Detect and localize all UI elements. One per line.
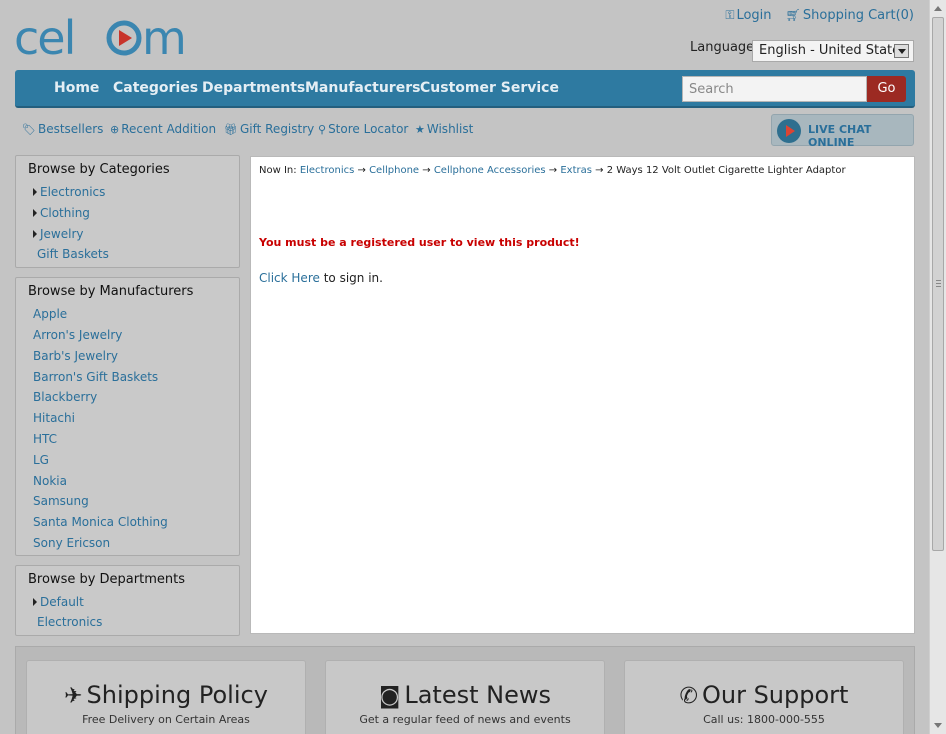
manufacturer-item[interactable]: Sony Ericson xyxy=(33,536,110,550)
panel-title: Browse by Categories xyxy=(28,162,170,177)
language-label: Language: xyxy=(690,40,759,55)
browse-manufacturers-panel: Browse by Manufacturers Apple Arron's Je… xyxy=(15,277,240,556)
caret-right-icon xyxy=(33,230,37,238)
manufacturer-item[interactable]: Barb's Jewelry xyxy=(33,349,118,363)
plus-circle-icon: ⊕ xyxy=(110,123,120,136)
go-button[interactable]: Go xyxy=(867,76,906,102)
department-default[interactable]: Default xyxy=(33,595,84,609)
signin-message: Click Here to sign in. xyxy=(259,271,383,285)
celcom-logo[interactable]: cel m xyxy=(14,14,198,60)
manufacturer-item[interactable]: Barron's Gift Baskets xyxy=(33,370,158,384)
store-locator-link[interactable]: ⚲ Store Locator xyxy=(318,122,408,136)
star-icon: ★ xyxy=(415,123,425,136)
grip-icon xyxy=(936,280,941,287)
caret-right-icon xyxy=(33,209,37,217)
nav-home[interactable]: Home xyxy=(54,80,99,96)
gift-icon: 🎁︎ xyxy=(224,123,238,136)
plane-icon: ✈ xyxy=(64,684,83,709)
tag-icon: 🏷︎ xyxy=(22,123,36,136)
nav-manufacturers[interactable]: Manufacturers xyxy=(305,80,420,96)
manufacturer-item[interactable]: Nokia xyxy=(33,474,67,488)
bestsellers-link[interactable]: 🏷︎ Bestsellers xyxy=(22,122,103,136)
breadcrumb-current: 2 Ways 12 Volt Outlet Cigarette Lighter … xyxy=(606,165,846,176)
language-select[interactable]: English - United State xyxy=(752,40,914,62)
nav-departments[interactable]: Departments xyxy=(202,80,305,96)
chat-bubble-icon xyxy=(777,119,801,143)
manufacturer-item[interactable]: Samsung xyxy=(33,494,89,508)
browse-departments-panel: Browse by Departments Default Electronic… xyxy=(15,565,240,636)
main-nav: Home Categories Departments Manufacturer… xyxy=(15,70,915,108)
manufacturer-item[interactable]: Blackberry xyxy=(33,390,97,404)
breadcrumb: Now In: Electronics → Cellphone → Cellph… xyxy=(259,165,846,176)
map-marker-icon: ⚲ xyxy=(318,123,327,136)
nav-categories[interactable]: Categories xyxy=(113,80,198,96)
panel-title: Browse by Manufacturers xyxy=(28,284,194,299)
login-link[interactable]: ⚿ Login xyxy=(725,8,771,23)
manufacturer-item[interactable]: HTC xyxy=(33,432,57,446)
breadcrumb-link[interactable]: Cellphone xyxy=(369,165,419,176)
main-content: Now In: Electronics → Cellphone → Cellph… xyxy=(250,156,915,634)
manufacturer-item[interactable]: Apple xyxy=(33,307,67,321)
scroll-thumb[interactable] xyxy=(932,17,944,551)
breadcrumb-link[interactable]: Electronics xyxy=(300,165,355,176)
breadcrumb-link[interactable]: Extras xyxy=(560,165,592,176)
wishlist-link[interactable]: ★ Wishlist xyxy=(415,122,473,136)
cart-link[interactable]: 🛒︎ Shopping Cart(0) xyxy=(786,8,914,23)
category-jewelry[interactable]: Jewelry xyxy=(33,227,84,241)
vertical-scrollbar[interactable] xyxy=(929,0,946,734)
category-clothing[interactable]: Clothing xyxy=(33,206,90,220)
category-gift-baskets[interactable]: Gift Baskets xyxy=(37,247,109,261)
manufacturer-item[interactable]: LG xyxy=(33,453,49,467)
nav-customer-service[interactable]: Customer Service xyxy=(420,80,559,96)
footer: ✈ Shipping Policy Free Delivery on Certai… xyxy=(15,646,915,734)
cart-icon: 🛒︎ xyxy=(785,8,801,22)
breadcrumb-link[interactable]: Cellphone Accessories xyxy=(434,165,546,176)
panel-title: Browse by Departments xyxy=(28,572,185,587)
search-input[interactable]: Search xyxy=(682,76,867,102)
manufacturer-item[interactable]: Arron's Jewelry xyxy=(33,328,122,342)
rss-icon: ◙ xyxy=(378,684,401,709)
svg-text:m: m xyxy=(142,14,185,60)
latest-news-box[interactable]: ◙ Latest News Get a regular feed of news … xyxy=(325,660,605,734)
top-links: ⚿ Login 🛒︎ Shopping Cart(0) xyxy=(715,8,914,23)
registration-warning: You must be a registered user to view th… xyxy=(259,236,580,249)
scroll-down-icon[interactable] xyxy=(934,723,942,728)
svg-text:cel: cel xyxy=(14,14,74,60)
scroll-up-icon[interactable] xyxy=(934,6,942,11)
browse-categories-panel: Browse by Categories Electronics Clothin… xyxy=(15,155,240,268)
phone-icon: ✆ xyxy=(679,684,698,709)
category-electronics[interactable]: Electronics xyxy=(33,185,105,199)
our-support-box[interactable]: ✆ Our Support Call us: 1800-000-555 xyxy=(624,660,904,734)
recent-addition-link[interactable]: ⊕ Recent Addition xyxy=(110,122,216,136)
chevron-down-icon[interactable] xyxy=(894,44,909,58)
live-chat-button[interactable]: LIVE CHAT ONLINE xyxy=(771,114,914,149)
caret-right-icon xyxy=(33,598,37,606)
gift-registry-link[interactable]: 🎁︎ Gift Registry xyxy=(224,122,314,136)
shipping-policy-box[interactable]: ✈ Shipping Policy Free Delivery on Certai… xyxy=(26,660,306,734)
click-here-link[interactable]: Click Here xyxy=(259,271,320,285)
manufacturer-item[interactable]: Hitachi xyxy=(33,411,75,425)
department-electronics[interactable]: Electronics xyxy=(37,615,102,629)
key-icon: ⚿ xyxy=(725,8,735,22)
caret-right-icon xyxy=(33,188,37,196)
manufacturer-item[interactable]: Santa Monica Clothing xyxy=(33,515,168,529)
